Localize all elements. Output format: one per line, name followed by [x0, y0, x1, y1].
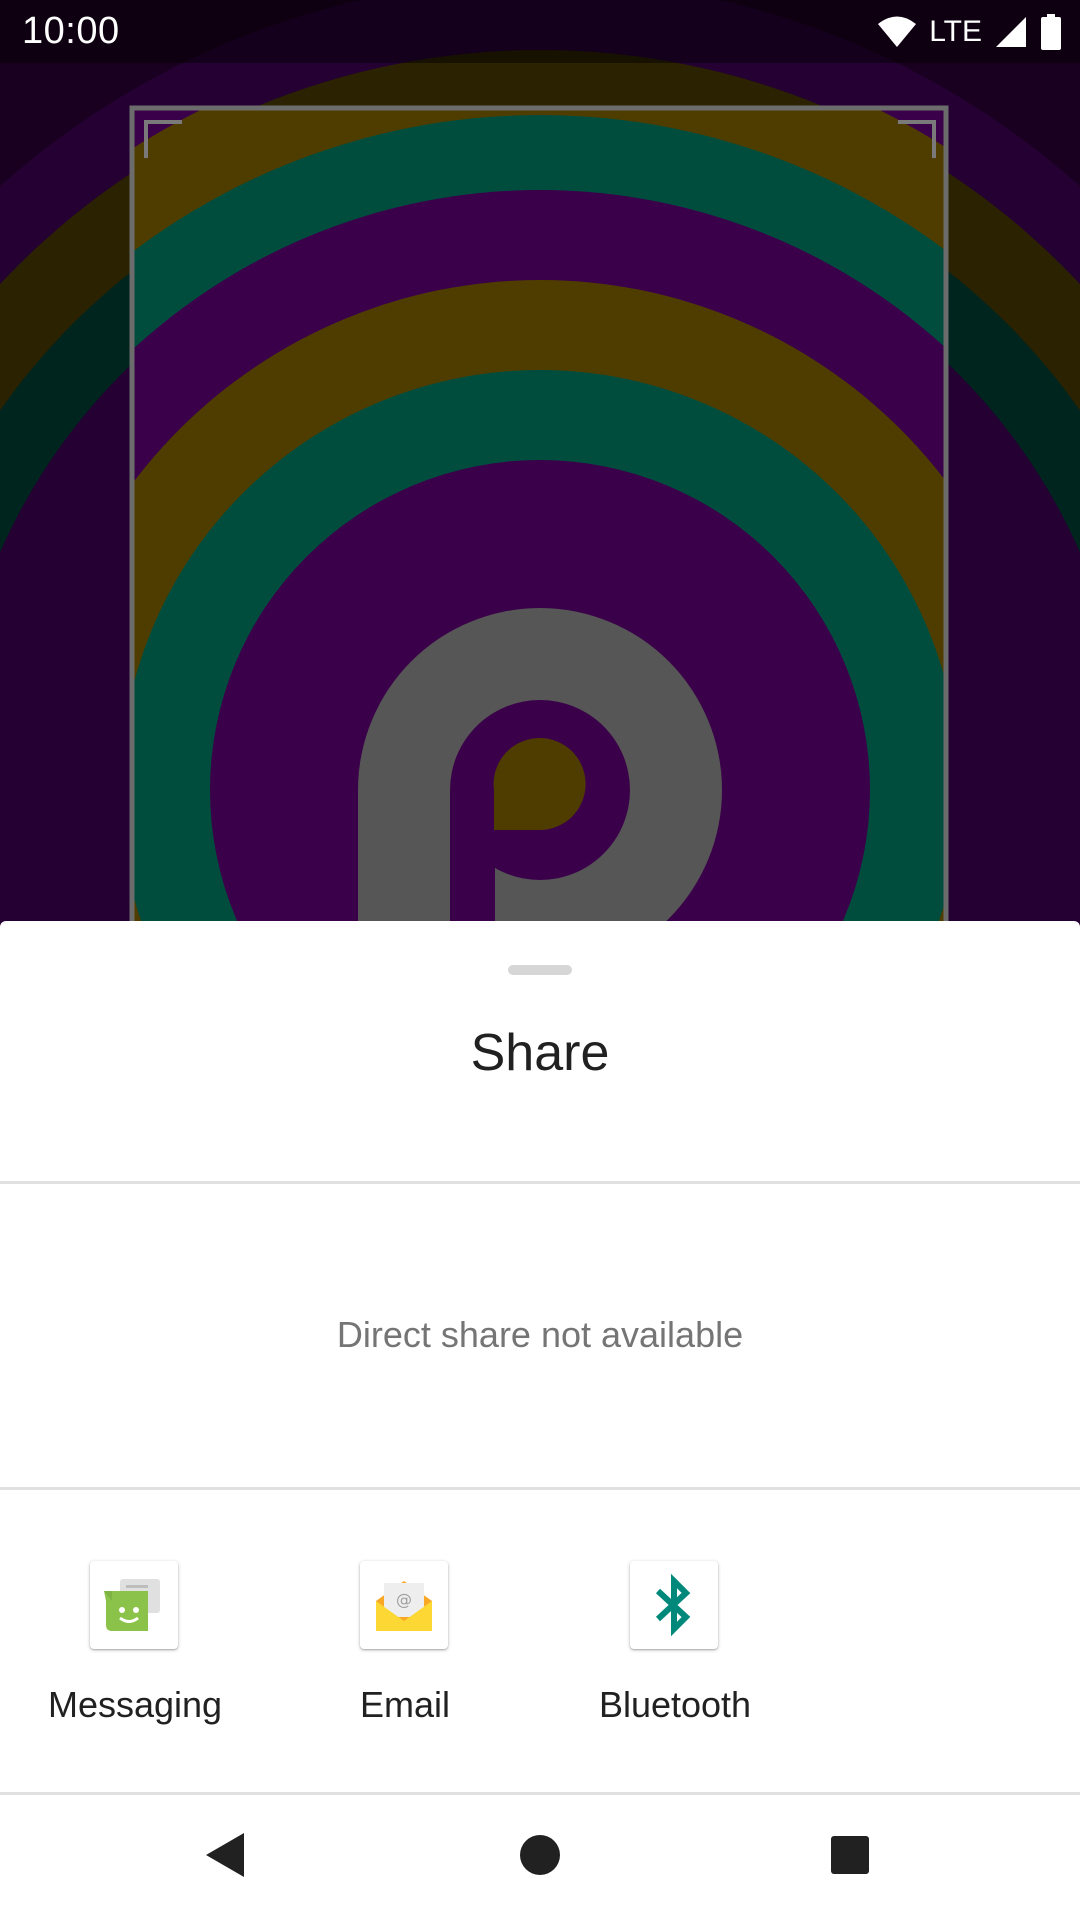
share-target-email[interactable]: @ Email: [270, 1561, 540, 1761]
home-icon[interactable]: [510, 1825, 570, 1885]
back-icon[interactable]: [196, 1825, 256, 1885]
cell-signal-icon: [996, 17, 1026, 47]
wallpaper-preview: [0, 0, 1080, 940]
email-icon: @: [360, 1561, 448, 1649]
battery-icon: [1041, 14, 1061, 50]
share-target-label: Bluetooth: [598, 1684, 752, 1725]
bluetooth-icon: [630, 1561, 718, 1649]
direct-share-message: Direct share not available: [336, 1314, 744, 1355]
share-target-label: Messaging: [47, 1684, 223, 1725]
navigation-bar: [0, 1795, 1080, 1920]
share-target-messaging[interactable]: Messaging: [0, 1561, 270, 1761]
share-target-label: Email: [359, 1684, 451, 1725]
screen: 10:00 LTE Share Direct share not availab…: [0, 0, 1080, 1920]
wifi-icon: [878, 16, 917, 47]
drag-handle[interactable]: [508, 965, 572, 975]
divider-top: [0, 1181, 1080, 1184]
share-sheet: Share Direct share not available Messagi…: [0, 921, 1080, 1795]
svg-text:@: @: [396, 1590, 412, 1609]
status-icons: LTE: [877, 12, 1062, 52]
recents-icon[interactable]: [820, 1825, 880, 1885]
status-bar: 10:00 LTE: [0, 0, 1080, 63]
messaging-icon: [90, 1561, 178, 1649]
share-targets: Messaging @ Email Bluetooth: [0, 1561, 1080, 1761]
network-type-label: LTE: [929, 15, 982, 48]
divider-middle: [0, 1487, 1080, 1490]
status-time: 10:00: [22, 10, 120, 52]
sheet-title: Share: [470, 1024, 610, 1082]
share-target-bluetooth[interactable]: Bluetooth: [540, 1561, 810, 1761]
